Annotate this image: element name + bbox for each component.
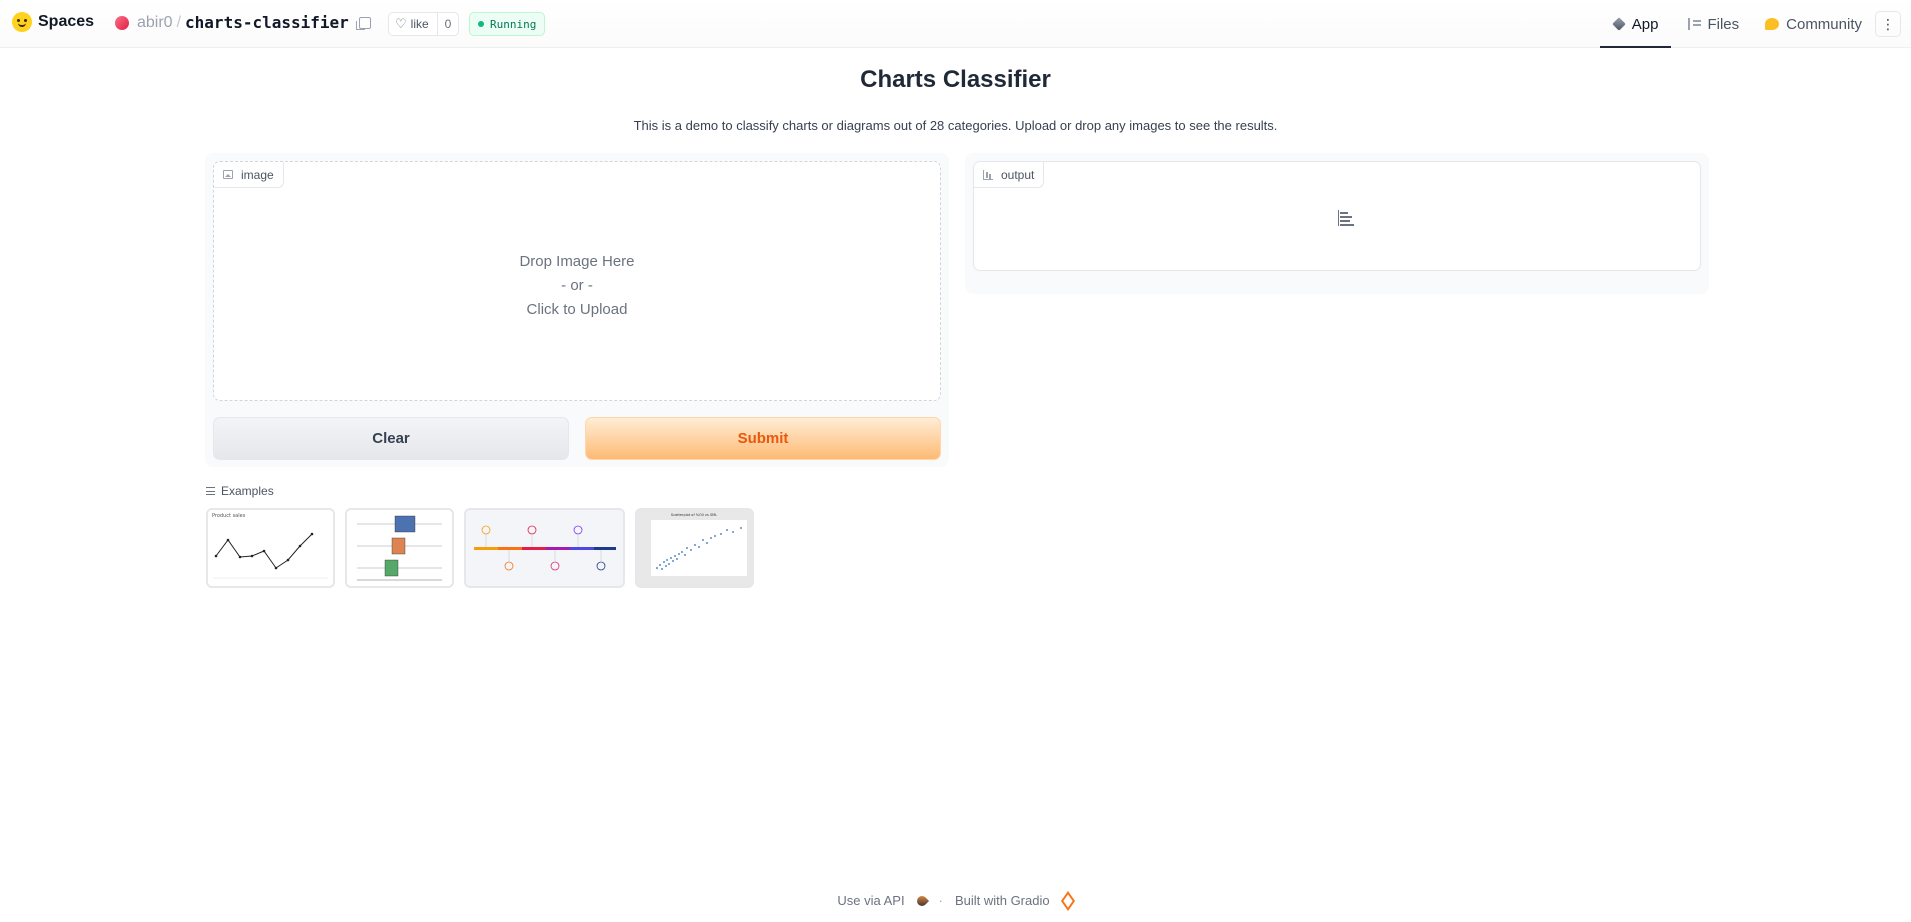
drop-line-2: - or -: [561, 277, 593, 294]
drop-instructions: Drop Image Here - or - Click to Upload: [214, 250, 940, 322]
timeline-thumbnail-icon: [466, 510, 623, 586]
output-block-label: output: [974, 162, 1045, 188]
example-caption-4: Scatterplot of %Oil vs SML: [671, 513, 717, 517]
like-label: like: [410, 17, 429, 31]
community-icon: [1765, 18, 1780, 30]
page-title: Charts Classifier: [860, 66, 1051, 93]
like-left: ♡ like: [389, 13, 438, 35]
list-icon: [206, 487, 215, 495]
example-caption-1: Product sales: [212, 513, 246, 519]
image-block-label: image: [214, 162, 284, 188]
footer: Use via API · Built with Gradio: [0, 890, 1911, 911]
space-nav: App Files Community ⋮: [1599, 0, 1911, 48]
line-chart-thumbnail-icon: Product sales: [208, 510, 333, 586]
drop-line-3: Click to Upload: [526, 301, 628, 318]
status-dot-icon: [478, 21, 484, 27]
files-icon: [1688, 18, 1702, 30]
tab-app[interactable]: App: [1599, 0, 1672, 48]
hugging-face-logo-icon: [12, 12, 32, 32]
copy-icon[interactable]: [355, 16, 371, 30]
status-badge: Running: [469, 12, 546, 36]
brand-label: Spaces: [38, 13, 95, 30]
examples-label: Examples: [221, 484, 274, 498]
output-label: output: [1001, 167, 1035, 182]
image-label: image: [241, 167, 274, 182]
tab-files-label: Files: [1707, 15, 1740, 33]
empty-output-icon: [1338, 210, 1354, 226]
built-with-gradio-link[interactable]: Built with Gradio: [955, 893, 1050, 908]
owner-link[interactable]: abir0: [137, 14, 173, 32]
rocket-icon: [914, 893, 929, 908]
tab-community-label: Community: [1786, 15, 1862, 33]
image-upload-dropzone[interactable]: image Drop Image Here - or - Click to Up…: [213, 161, 941, 401]
footer-separator: ·: [938, 893, 943, 908]
use-via-api-link[interactable]: Use via API: [837, 893, 904, 908]
page-description: This is a demo to classify charts or dia…: [633, 118, 1278, 133]
heart-icon: ♡: [395, 16, 407, 31]
output-panel: output: [965, 153, 1709, 294]
example-thumbnail-line-chart[interactable]: Product sales: [206, 508, 335, 588]
owner-avatar: [115, 15, 129, 30]
clear-button[interactable]: Clear: [213, 417, 569, 460]
box-plot-thumbnail-icon: [347, 510, 452, 586]
drop-line-1: Drop Image Here: [519, 253, 635, 270]
output-label-box: output: [973, 161, 1701, 271]
like-button[interactable]: ♡ like 0: [388, 12, 460, 36]
space-path: abir0 / charts-classifier: [115, 13, 371, 32]
like-count: 0: [444, 17, 452, 31]
tab-community[interactable]: Community: [1752, 0, 1875, 48]
tab-files[interactable]: Files: [1675, 0, 1752, 48]
examples-header: Examples: [206, 484, 274, 498]
path-separator: /: [176, 13, 182, 31]
tab-app-label: App: [1631, 15, 1659, 33]
status-label: Running: [490, 17, 537, 31]
image-icon: [223, 170, 233, 179]
spaces-brand[interactable]: Spaces: [12, 12, 94, 32]
bar-chart-icon: [983, 169, 993, 180]
example-thumbnail-timeline[interactable]: [464, 508, 625, 588]
scatter-plot-thumbnail-icon: Scatterplot of %Oil vs SML: [637, 510, 752, 586]
top-bar: Spaces abir0 / charts-classifier ♡ like …: [0, 0, 1911, 48]
repo-link[interactable]: charts-classifier: [185, 13, 349, 32]
submit-button[interactable]: Submit: [585, 417, 941, 460]
cube-icon: [1611, 17, 1626, 31]
gradio-logo-icon: [1060, 890, 1075, 911]
example-thumbnail-box-plot[interactable]: [345, 508, 454, 588]
input-panel: image Drop Image Here - or - Click to Up…: [205, 153, 949, 467]
example-thumbnail-scatter-plot[interactable]: Scatterplot of %Oil vs SML: [635, 508, 754, 588]
more-options-button[interactable]: ⋮: [1875, 11, 1901, 37]
